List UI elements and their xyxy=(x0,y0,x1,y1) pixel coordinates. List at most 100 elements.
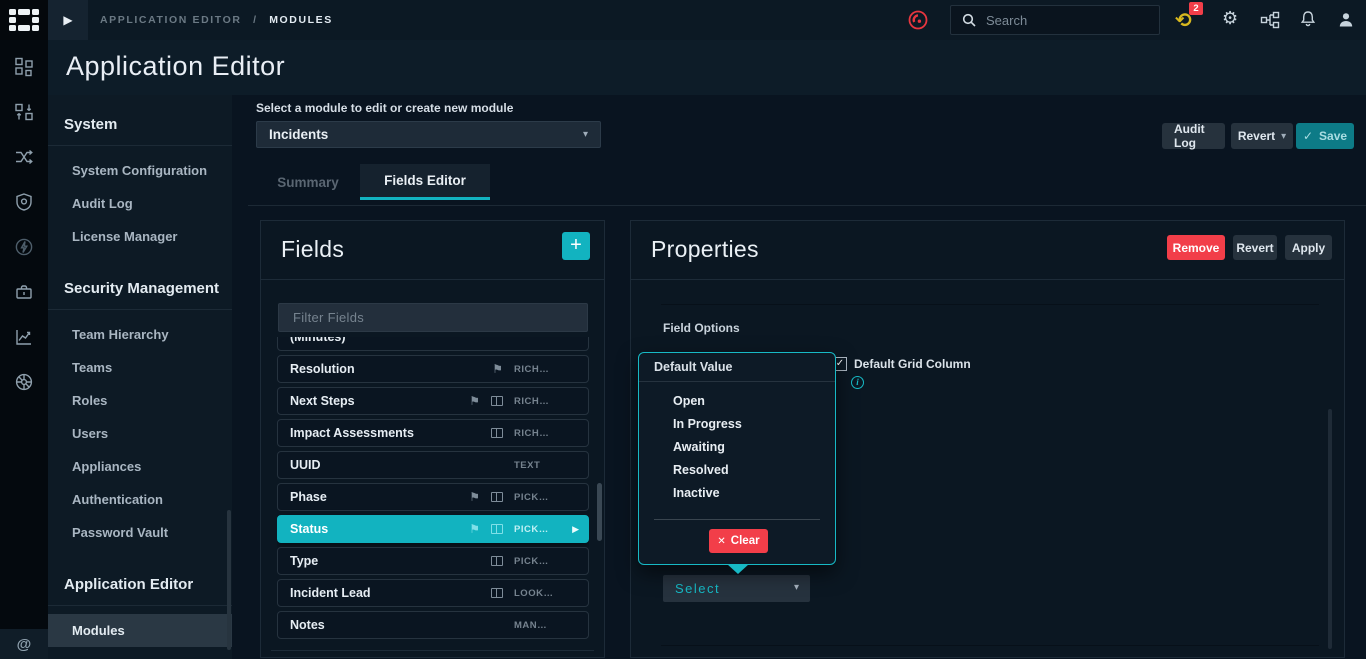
grid-column-icon xyxy=(491,428,503,438)
search-input[interactable] xyxy=(986,13,1146,28)
field-row-status[interactable]: Status⚑PICK…▶ xyxy=(277,515,589,543)
sidebar-item-license-manager[interactable]: License Manager xyxy=(48,220,232,253)
field-row-resolution[interactable]: Resolution⚑RICH… xyxy=(277,355,589,383)
workflow-icon[interactable] xyxy=(1260,10,1280,35)
usage-gauge-icon[interactable] xyxy=(906,8,930,32)
chevron-down-icon: ▾ xyxy=(1281,131,1286,142)
grid-column-icon xyxy=(491,396,503,406)
remove-field-button[interactable]: Remove xyxy=(1167,235,1225,260)
reports-chart-icon[interactable] xyxy=(0,314,48,359)
fields-panel-bottom-divider xyxy=(271,650,594,651)
field-name: Next Steps xyxy=(290,394,355,408)
cases-briefcase-icon[interactable] xyxy=(0,269,48,314)
revert-dropdown-button[interactable]: Revert ▾ xyxy=(1231,123,1293,149)
revert-field-label: Revert xyxy=(1236,241,1273,255)
field-name: Phase xyxy=(290,490,327,504)
app-logo[interactable] xyxy=(0,0,48,40)
field-type-badge: PICK… xyxy=(514,492,550,503)
sidebar-section-heading: System xyxy=(48,101,232,145)
default-value-option-inactive[interactable]: Inactive xyxy=(639,482,835,505)
breadcrumb-current: MODULES xyxy=(269,14,333,26)
sidebar-item-system-configuration[interactable]: System Configuration xyxy=(48,154,232,187)
flag-icon: ⚑ xyxy=(469,491,480,503)
filter-fields-input[interactable] xyxy=(279,304,587,331)
audit-log-button[interactable]: Audit Log xyxy=(1162,123,1225,149)
user-profile-icon[interactable] xyxy=(1336,10,1356,35)
field-row-incident-lead[interactable]: Incident Lead LOOK… xyxy=(277,579,589,607)
save-label: Save xyxy=(1319,129,1347,143)
clear-button[interactable]: ✕ Clear xyxy=(709,529,768,553)
sidebar-item-users[interactable]: Users xyxy=(48,417,232,450)
default-value-option-in-progress[interactable]: In Progress xyxy=(639,413,835,436)
notification-badge: 2 xyxy=(1189,2,1203,15)
sidebar-item-roles[interactable]: Roles xyxy=(48,384,232,417)
add-field-button[interactable]: + xyxy=(562,232,590,260)
sidebar-item-teams[interactable]: Teams xyxy=(48,351,232,384)
tab-summary[interactable]: Summary xyxy=(256,164,360,200)
revert-field-button[interactable]: Revert xyxy=(1233,235,1277,260)
sidebar-scrollbar[interactable] xyxy=(227,510,231,650)
page-header: Application Editor xyxy=(48,40,1366,95)
flag-icon: ⚑ xyxy=(469,523,480,535)
apply-field-button[interactable]: Apply xyxy=(1285,235,1332,260)
applications-icon[interactable] xyxy=(0,89,48,134)
field-name: (Minutes) xyxy=(290,337,346,344)
module-select-value: Incidents xyxy=(269,127,328,142)
automation-bolt-icon[interactable] xyxy=(0,224,48,269)
page-title: Application Editor xyxy=(66,51,285,82)
module-select-label: Select a module to edit or create new mo… xyxy=(256,101,513,115)
field-row--minutes-[interactable]: (Minutes) xyxy=(277,337,589,351)
settings-gear-icon[interactable]: ⚙ xyxy=(1222,7,1238,29)
sidebar-section: Application Editor Modules xyxy=(48,561,232,653)
tab-fields-editor[interactable]: Fields Editor xyxy=(360,164,490,200)
sidebar-item-audit-log[interactable]: Audit Log xyxy=(48,187,232,220)
field-row-impact-assessments[interactable]: Impact AssessmentsRICH… xyxy=(277,419,589,447)
tab-summary-label: Summary xyxy=(277,175,339,190)
orchestration-wheel-icon[interactable] xyxy=(0,359,48,404)
search-icon xyxy=(961,12,977,28)
grid-column-icon xyxy=(491,556,503,566)
notifications-bell-icon[interactable] xyxy=(1298,9,1318,34)
icon-rail: @ xyxy=(0,40,48,659)
dashboards-icon[interactable] xyxy=(0,44,48,89)
save-button[interactable]: ✓ Save xyxy=(1296,123,1354,149)
history-button[interactable]: ⟲ 2 xyxy=(1173,5,1203,35)
field-name: Resolution xyxy=(290,362,355,376)
default-value-popup: Default Value OpenIn ProgressAwaitingRes… xyxy=(638,352,836,565)
properties-divider xyxy=(661,304,1319,305)
sidebar-item-authentication[interactable]: Authentication xyxy=(48,483,232,516)
sidebar-item-password-vault[interactable]: Password Vault xyxy=(48,516,232,549)
default-value-option-resolved[interactable]: Resolved xyxy=(639,459,835,482)
field-row-notes[interactable]: NotesMAN… xyxy=(277,611,589,639)
sidebar-item-appliances[interactable]: Appliances xyxy=(48,450,232,483)
security-shield-icon[interactable] xyxy=(0,179,48,224)
field-row-type[interactable]: TypePICK… xyxy=(277,547,589,575)
integrations-shuffle-icon[interactable] xyxy=(0,134,48,179)
field-row-uuid[interactable]: UUIDTEXT xyxy=(277,451,589,479)
properties-panel: Properties Remove Revert Apply Field Opt… xyxy=(630,220,1345,658)
field-type-badge: LOOK… xyxy=(514,588,550,599)
search-box[interactable] xyxy=(950,5,1160,35)
at-mention-icon[interactable]: @ xyxy=(17,636,32,653)
sidebar-item-team-hierarchy[interactable]: Team Hierarchy xyxy=(48,318,232,351)
field-row-next-steps[interactable]: Next Steps⚑RICH… xyxy=(277,387,589,415)
fields-list-scrollbar[interactable] xyxy=(597,483,602,541)
breadcrumb-parent[interactable]: APPLICATION EDITOR xyxy=(100,14,242,26)
fields-panel-header: Fields + xyxy=(261,221,604,280)
sidebar-item-modules[interactable]: Modules xyxy=(48,614,232,647)
field-row-phase[interactable]: Phase ⚑ PICK… xyxy=(277,483,589,511)
module-select-dropdown[interactable]: Incidents ▾ xyxy=(256,121,601,148)
flag-icon: ⚑ xyxy=(469,395,480,407)
sidebar-section-heading: Application Editor xyxy=(48,561,232,605)
default-value-select[interactable]: Select ▾ xyxy=(663,575,810,602)
filter-fields-box[interactable] xyxy=(278,303,588,332)
properties-scrollbar[interactable] xyxy=(1328,409,1332,649)
default-value-option-awaiting[interactable]: Awaiting xyxy=(639,436,835,459)
logo-grid-icon xyxy=(9,9,39,31)
info-icon[interactable]: i xyxy=(851,376,864,389)
main-content: Select a module to edit or create new mo… xyxy=(248,95,1366,659)
field-name: Incident Lead xyxy=(290,586,371,600)
default-value-option-open[interactable]: Open xyxy=(639,390,835,413)
nav-expand-button[interactable]: ▶ xyxy=(48,0,88,40)
field-type-badge: PICK… xyxy=(514,524,550,535)
